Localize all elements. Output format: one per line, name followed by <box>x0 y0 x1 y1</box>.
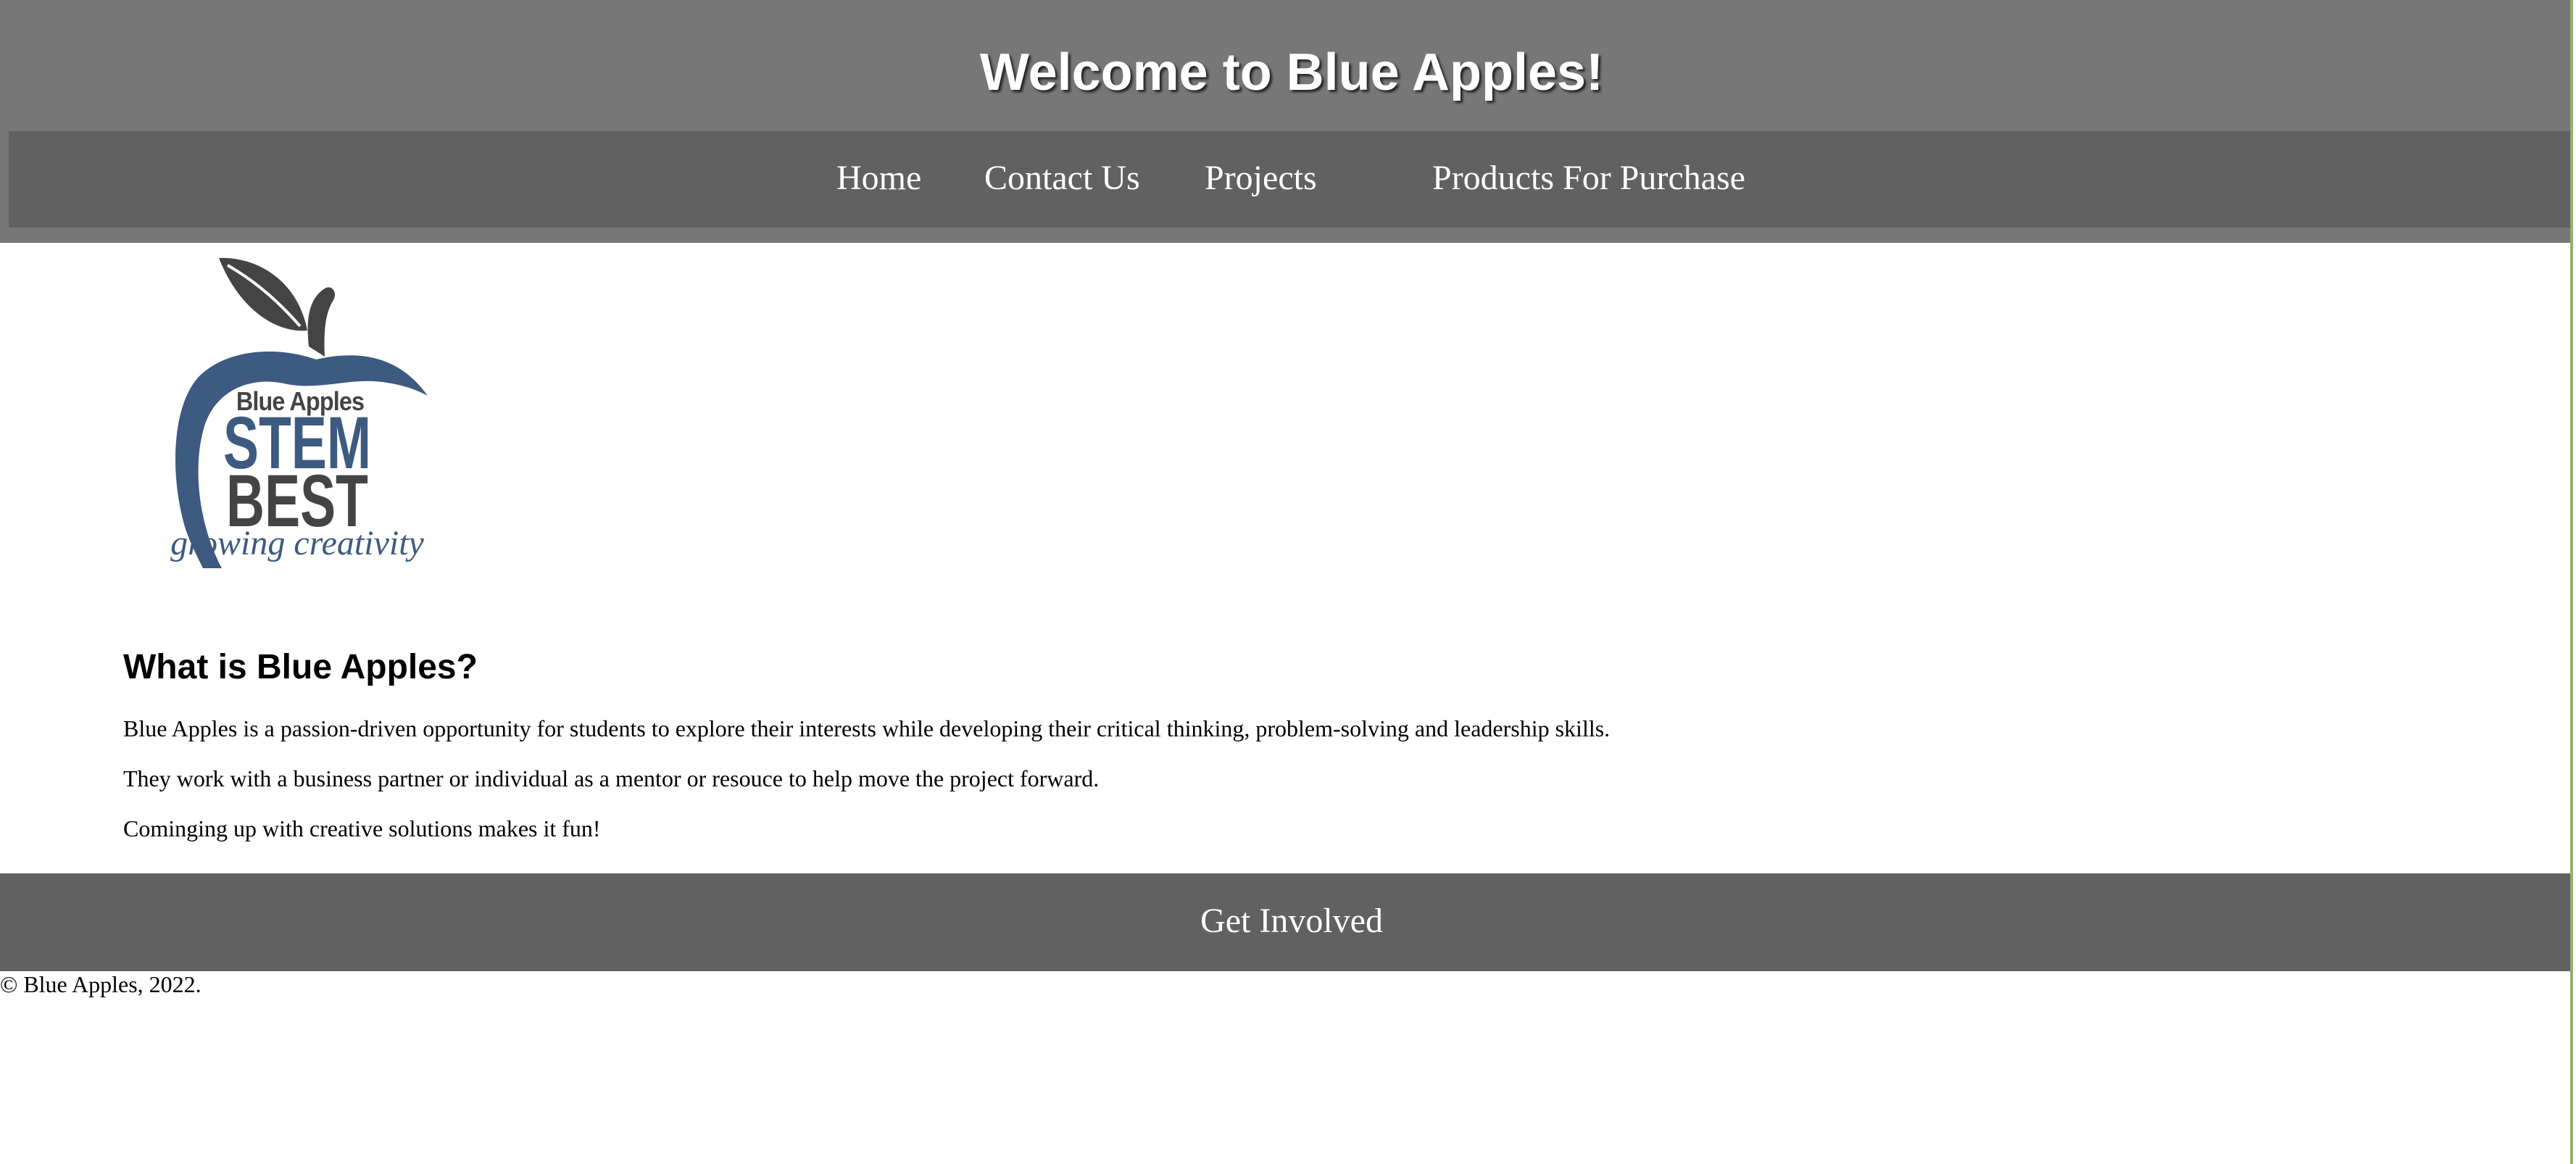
logo-tagline: growing creativity <box>170 524 424 562</box>
site-header: Welcome to Blue Apples! Home Contact Us … <box>0 0 2570 243</box>
nav-link-projects[interactable]: Projects <box>1205 153 1317 204</box>
nav-link-contact-us[interactable]: Contact Us <box>984 153 1140 204</box>
main-nav: Home Contact Us Projects Products For Pu… <box>9 131 2570 228</box>
about-paragraph: They work with a business partner or ind… <box>123 765 1100 791</box>
right-edge-line <box>2570 0 2573 1164</box>
page: Welcome to Blue Apples! Home Contact Us … <box>0 0 2570 1164</box>
about-paragraph: Blue Apples is a passion-driven opportun… <box>123 715 1611 741</box>
get-involved-link[interactable]: Get Involved <box>0 896 2576 947</box>
about-paragraph: Cominging up with creative solutions mak… <box>123 815 601 841</box>
about-heading: What is Blue Apples? <box>123 648 478 686</box>
copyright-text: © Blue Apples, 2022. <box>0 971 201 997</box>
blue-apples-logo: Blue Apples STEM BEST growing creativity <box>170 252 435 571</box>
site-title: Welcome to Blue Apples! <box>979 43 1604 101</box>
nav-link-products-for-purchase[interactable]: Products For Purchase <box>1432 153 1745 204</box>
get-involved-bar: Get Involved <box>0 873 2570 971</box>
nav-link-home[interactable]: Home <box>836 153 921 204</box>
